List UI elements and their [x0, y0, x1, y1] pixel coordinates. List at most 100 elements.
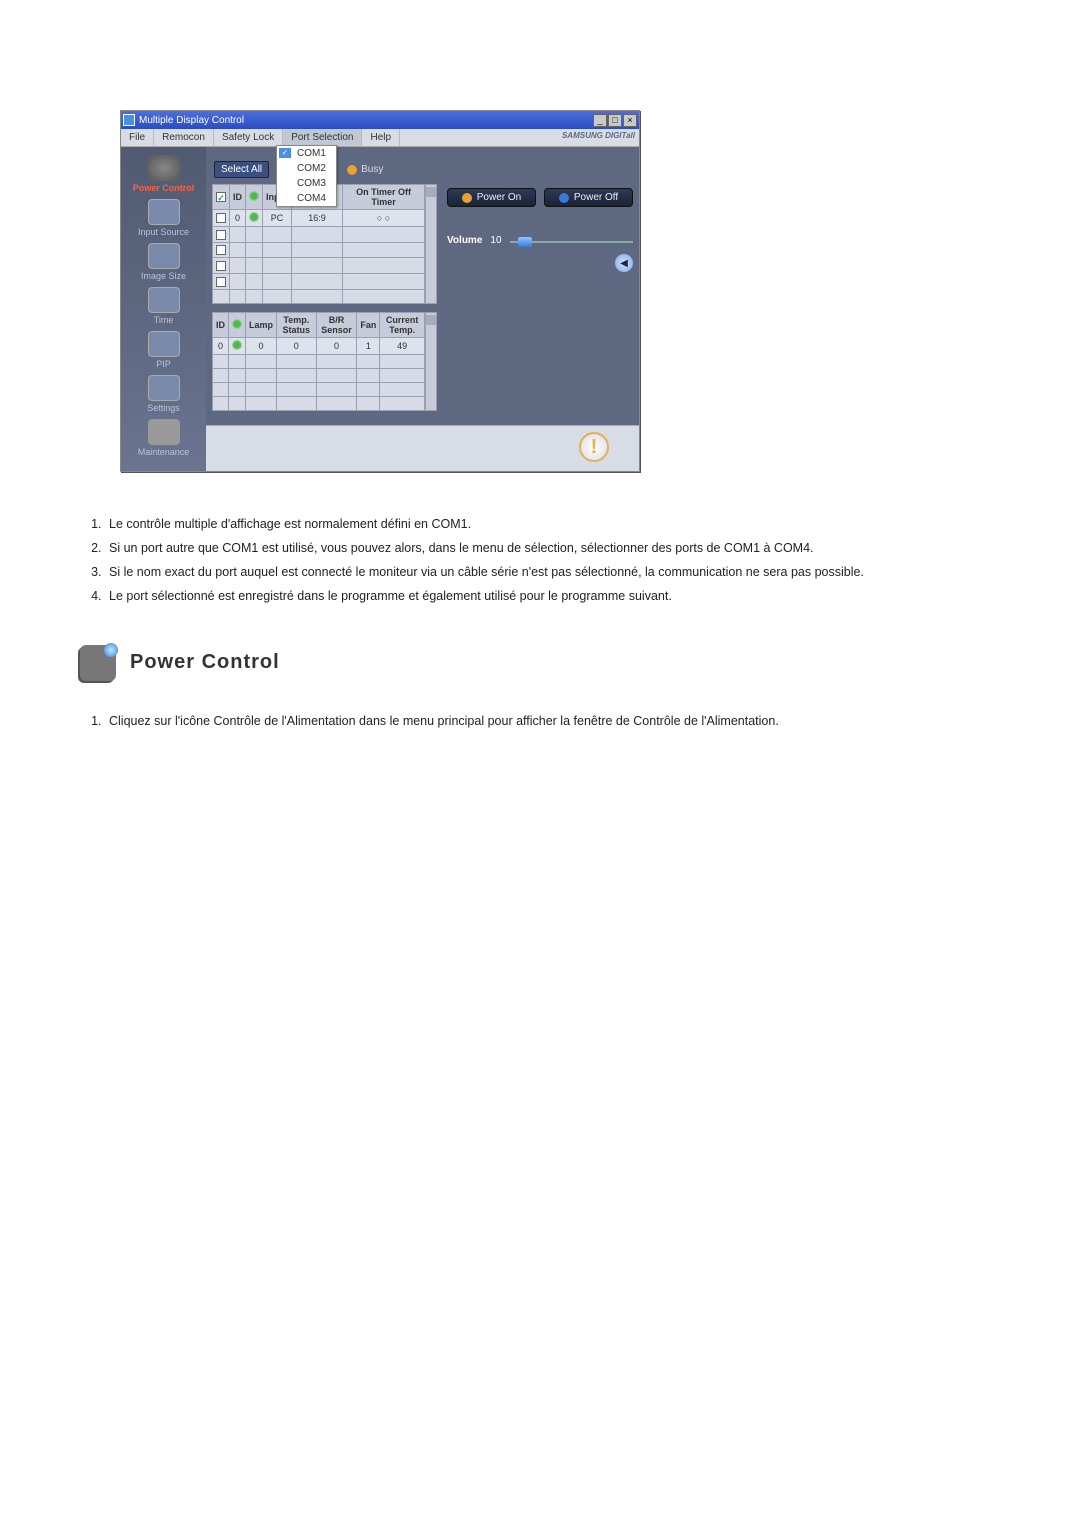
- doc-list-power: Cliquez sur l'icône Contrôle de l'Alimen…: [105, 709, 1020, 733]
- power-off-dot-icon: [559, 193, 569, 203]
- sidebar-item-power-control[interactable]: Power Control: [121, 155, 206, 193]
- maintenance-icon: [148, 419, 180, 445]
- table-row: [213, 289, 425, 303]
- scrollbar[interactable]: [425, 312, 437, 411]
- sidebar-item-input-source[interactable]: Input Source: [121, 199, 206, 237]
- table-row: [213, 242, 425, 258]
- checkbox-icon[interactable]: [216, 245, 226, 255]
- col-temp-status: Temp. Status: [277, 312, 317, 337]
- window-title: Multiple Display Control: [139, 115, 592, 126]
- table-row[interactable]: 0 0 0 0 1 49: [213, 337, 425, 354]
- power-on-label: Power On: [477, 192, 521, 203]
- volume-slider[interactable]: [510, 241, 633, 243]
- status-table[interactable]: ID Lamp Temp. Status B/R Sensor Fan Curr…: [212, 312, 425, 411]
- menu-safety-lock[interactable]: Safety Lock: [214, 129, 283, 146]
- brand-label: SAMSUNG DIGITall: [562, 131, 635, 140]
- table-row: [213, 273, 425, 289]
- dd-item-com3[interactable]: COM3: [277, 176, 336, 191]
- checkbox-icon: [216, 192, 226, 202]
- time-icon: [148, 287, 180, 313]
- list-item: Si le nom exact du port auquel est conne…: [105, 560, 965, 584]
- check-icon: ✓: [279, 148, 291, 158]
- menu-help[interactable]: Help: [362, 129, 400, 146]
- scroll-up-icon[interactable]: [426, 187, 436, 197]
- table-row: [213, 382, 425, 396]
- status-dot-icon: [249, 191, 259, 201]
- power-off-button[interactable]: Power Off: [544, 188, 633, 207]
- volume-value: 10: [490, 235, 501, 246]
- scrollbar[interactable]: [425, 184, 437, 304]
- sidebar-item-image-size[interactable]: Image Size: [121, 243, 206, 281]
- sidebar-item-label: Input Source: [121, 227, 206, 237]
- col-lamp: Lamp: [246, 312, 277, 337]
- busy-icon: [347, 165, 357, 175]
- col-id: ID: [213, 312, 229, 337]
- col-fan: Fan: [357, 312, 380, 337]
- app-window: Multiple Display Control _ □ × File Remo…: [120, 110, 640, 472]
- maximize-button[interactable]: □: [608, 114, 622, 127]
- sidebar-item-pip[interactable]: PIP: [121, 331, 206, 369]
- sidebar-item-label: Settings: [121, 403, 206, 413]
- dd-item-com2[interactable]: COM2: [277, 161, 336, 176]
- sidebar-item-label: Image Size: [121, 271, 206, 281]
- minimize-button[interactable]: _: [593, 114, 607, 127]
- port-selection-dropdown: ✓ COM1 COM2 COM3 COM4: [276, 145, 337, 207]
- col-status: [246, 185, 263, 210]
- dd-item-com1[interactable]: ✓ COM1: [277, 146, 336, 161]
- col-check[interactable]: [213, 185, 230, 210]
- warning-icon: !: [579, 432, 609, 462]
- select-all-button[interactable]: Select All: [214, 161, 269, 178]
- checkbox-icon[interactable]: [216, 213, 226, 223]
- menubar: File Remocon Safety Lock Port Selection …: [121, 129, 639, 147]
- status-table-wrap: ID Lamp Temp. Status B/R Sensor Fan Curr…: [212, 312, 437, 411]
- sidebar-item-label: Time: [121, 315, 206, 325]
- checkbox-icon[interactable]: [216, 230, 226, 240]
- main-panel: Select All Busy ID: [206, 147, 639, 471]
- status-dot-icon: [232, 319, 242, 329]
- power-icon: [148, 155, 180, 181]
- cell-temp-status: 0: [277, 337, 317, 354]
- dd-item-label: COM2: [297, 163, 326, 174]
- dd-item-label: COM3: [297, 178, 326, 189]
- cell-current-temp: 49: [380, 337, 425, 354]
- section-header-power-control: Power Control: [80, 645, 1020, 681]
- scroll-up-icon[interactable]: [426, 315, 436, 325]
- close-button[interactable]: ×: [623, 114, 637, 127]
- slider-thumb-icon[interactable]: [518, 237, 532, 247]
- sidebar-item-time[interactable]: Time: [121, 287, 206, 325]
- list-item: Le port sélectionné est enregistré dans …: [105, 584, 965, 608]
- sidebar-item-settings[interactable]: Settings: [121, 375, 206, 413]
- table-row: [213, 354, 425, 368]
- list-item: Cliquez sur l'icône Contrôle de l'Alimen…: [105, 709, 965, 733]
- table-row: [213, 368, 425, 382]
- power-control-icon: [80, 645, 116, 681]
- sidebar-item-label: Maintenance: [121, 447, 206, 457]
- col-br-sensor: B/R Sensor: [316, 312, 357, 337]
- busy-label: Busy: [361, 164, 383, 175]
- doc-list-port: Le contrôle multiple d'affichage est nor…: [105, 512, 1020, 609]
- checkbox-icon[interactable]: [216, 277, 226, 287]
- menu-remocon[interactable]: Remocon: [154, 129, 214, 146]
- power-on-dot-icon: [462, 193, 472, 203]
- speaker-icon[interactable]: ◀: [615, 254, 633, 272]
- cell-fan: 1: [357, 337, 380, 354]
- power-on-button[interactable]: Power On: [447, 188, 536, 207]
- status-busy: Busy: [347, 164, 383, 175]
- checkbox-icon[interactable]: [216, 261, 226, 271]
- sidebar: Power Control Input Source Image Size Ti…: [121, 147, 206, 471]
- table-row[interactable]: 0 PC 16:9 ○ ○: [213, 210, 425, 227]
- cell-id: 0: [213, 337, 229, 354]
- section-title: Power Control: [130, 651, 280, 674]
- menu-file[interactable]: File: [121, 129, 154, 146]
- dd-item-com4[interactable]: COM4: [277, 191, 336, 206]
- sidebar-item-label: PIP: [121, 359, 206, 369]
- dd-item-label: COM4: [297, 193, 326, 204]
- cell-br-sensor: 0: [316, 337, 357, 354]
- volume-block: Volume 10 ◀: [447, 235, 633, 272]
- table-row: [213, 396, 425, 410]
- sidebar-item-maintenance[interactable]: Maintenance: [121, 419, 206, 457]
- power-off-label: Power Off: [574, 192, 618, 203]
- col-id: ID: [230, 185, 246, 210]
- menu-port-selection[interactable]: Port Selection: [283, 129, 362, 146]
- cell-timers: ○ ○: [343, 210, 425, 227]
